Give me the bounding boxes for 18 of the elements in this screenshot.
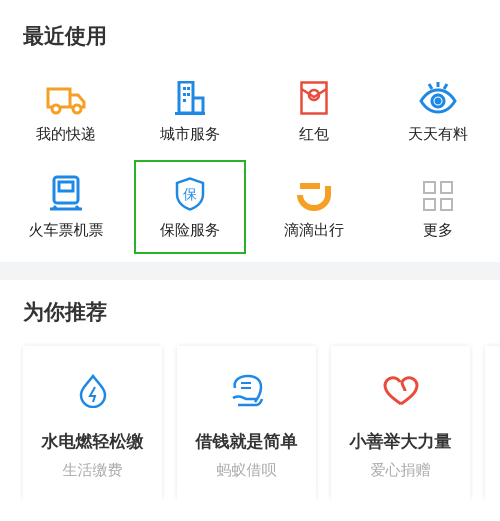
envelope-icon: [300, 78, 328, 114]
app-shortcut[interactable]: 保 保险服务: [134, 160, 246, 254]
heart-icon: [382, 374, 418, 408]
service-card[interactable]: 借钱就是简单 蚂蚁借呗: [177, 346, 316, 500]
card-subtitle: 生活缴费: [62, 461, 122, 480]
card-title: 借钱就是简单: [196, 431, 298, 453]
card-title: 小善举大力量: [350, 431, 452, 453]
service-card[interactable]: 水电燃轻松缴 生活缴费: [23, 346, 162, 500]
card-subtitle: 爱心捐赠: [370, 461, 430, 480]
shield-icon: 保: [175, 174, 205, 210]
building-icon: [175, 78, 205, 114]
section-title: 为你推荐: [23, 299, 108, 326]
card-subtitle: 蚂蚁借呗: [216, 461, 276, 480]
service-card[interactable]: 小善举大力量 爱心捐赠: [331, 346, 470, 500]
section-title: 最近使用: [23, 23, 108, 50]
train-icon: [50, 174, 82, 210]
card-title: 水电燃轻松缴: [42, 431, 144, 453]
hand-icon: [230, 374, 264, 408]
